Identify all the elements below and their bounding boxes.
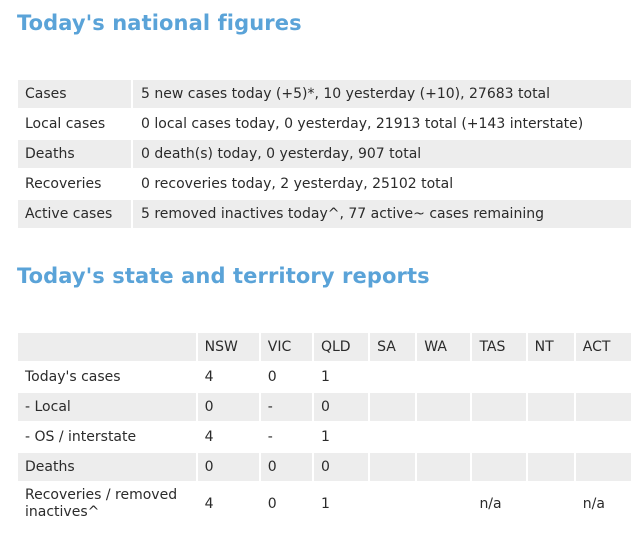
table-row: Cases 5 new cases today (+5)*, 10 yester… (18, 80, 631, 108)
table-cell (472, 453, 526, 481)
row-label: - Local (18, 393, 196, 421)
row-label: Active cases (18, 200, 131, 228)
table-cell (417, 393, 471, 421)
table-row: - Local 0 - 0 (18, 393, 631, 421)
column-header-sa: SA (370, 333, 416, 361)
table-cell: 1 (320, 429, 330, 445)
column-header-vic: VIC (260, 333, 312, 361)
table-header-row: NSW VIC QLD SA WA TAS NT ACT (18, 333, 631, 361)
table-row: Deaths 0 death(s) today, 0 yesterday, 90… (18, 140, 631, 168)
table-cell: 1 (320, 369, 330, 385)
corner-cell (18, 333, 196, 361)
table-cell: 0 (267, 369, 277, 385)
table-row: Local cases 0 local cases today, 0 yeste… (18, 110, 631, 138)
table-cell (472, 423, 525, 451)
table-row: Today's cases 4 0 1 (18, 363, 631, 391)
table-cell: 4 (204, 496, 214, 512)
table-cell: 0 (197, 393, 259, 421)
table-cell: n/a (582, 496, 605, 512)
column-header-wa: WA (417, 333, 471, 361)
table-cell (576, 363, 631, 391)
table-cell (370, 453, 416, 481)
column-header-nt: NT (527, 333, 574, 361)
table-cell (528, 363, 574, 391)
table-cell: 4 (204, 369, 214, 385)
table-cell: 4 (204, 429, 214, 445)
row-value: 0 recoveries today, 2 yesterday, 25102 t… (141, 176, 454, 192)
row-value: 5 new cases today (+5)*, 10 yesterday (+… (133, 80, 631, 108)
table-cell (472, 363, 525, 391)
table-row: - OS / interstate 4 - 1 (18, 423, 631, 451)
row-label: Local cases (25, 116, 106, 132)
state-reports-heading: Today's state and territory reports (17, 264, 430, 288)
table-cell (370, 363, 415, 391)
state-reports-table: NSW VIC QLD SA WA TAS NT ACT Today's cas… (16, 331, 633, 527)
table-cell: - (260, 393, 312, 421)
table-cell (370, 483, 415, 525)
table-cell (575, 453, 631, 481)
table-cell (370, 393, 416, 421)
column-header-qld: QLD (313, 333, 369, 361)
row-label: Cases (18, 80, 131, 108)
column-header-nsw: NSW (197, 333, 259, 361)
table-row: Active cases 5 removed inactives today^,… (18, 200, 631, 228)
row-label: Deaths (18, 140, 131, 168)
table-cell (528, 423, 574, 451)
table-row: Recoveries / removed inactives^ 4 0 1 n/… (18, 483, 631, 525)
table-cell (527, 393, 574, 421)
table-cell: 0 (267, 496, 277, 512)
table-cell (527, 453, 574, 481)
national-figures-table: Cases 5 new cases today (+5)*, 10 yester… (16, 78, 633, 230)
row-label: Recoveries / removed inactives^ (25, 487, 178, 520)
table-cell: 0 (313, 453, 369, 481)
row-label: Recoveries (25, 176, 102, 192)
table-cell: 0 (313, 393, 369, 421)
column-header-tas: TAS (472, 333, 526, 361)
table-cell (370, 423, 415, 451)
table-cell: 0 (260, 453, 312, 481)
row-value: 5 removed inactives today^, 77 active~ c… (133, 200, 631, 228)
national-figures-heading: Today's national figures (17, 11, 302, 35)
table-cell (576, 423, 631, 451)
row-label: Deaths (18, 453, 196, 481)
table-cell (417, 453, 471, 481)
table-cell (575, 393, 631, 421)
table-row: Recoveries 0 recoveries today, 2 yesterd… (18, 170, 631, 198)
row-label: - OS / interstate (25, 429, 137, 445)
table-cell: - (267, 429, 273, 445)
row-value: 0 death(s) today, 0 yesterday, 907 total (133, 140, 631, 168)
row-value: 0 local cases today, 0 yesterday, 21913 … (141, 116, 584, 132)
column-header-act: ACT (575, 333, 631, 361)
table-cell: 1 (320, 496, 330, 512)
table-cell (417, 423, 470, 451)
table-cell (472, 393, 526, 421)
table-row: Deaths 0 0 0 (18, 453, 631, 481)
table-cell (528, 483, 574, 525)
table-cell (417, 483, 470, 525)
row-label: Today's cases (25, 369, 121, 385)
table-cell: n/a (479, 496, 502, 512)
table-cell: 0 (197, 453, 259, 481)
table-cell (417, 363, 470, 391)
